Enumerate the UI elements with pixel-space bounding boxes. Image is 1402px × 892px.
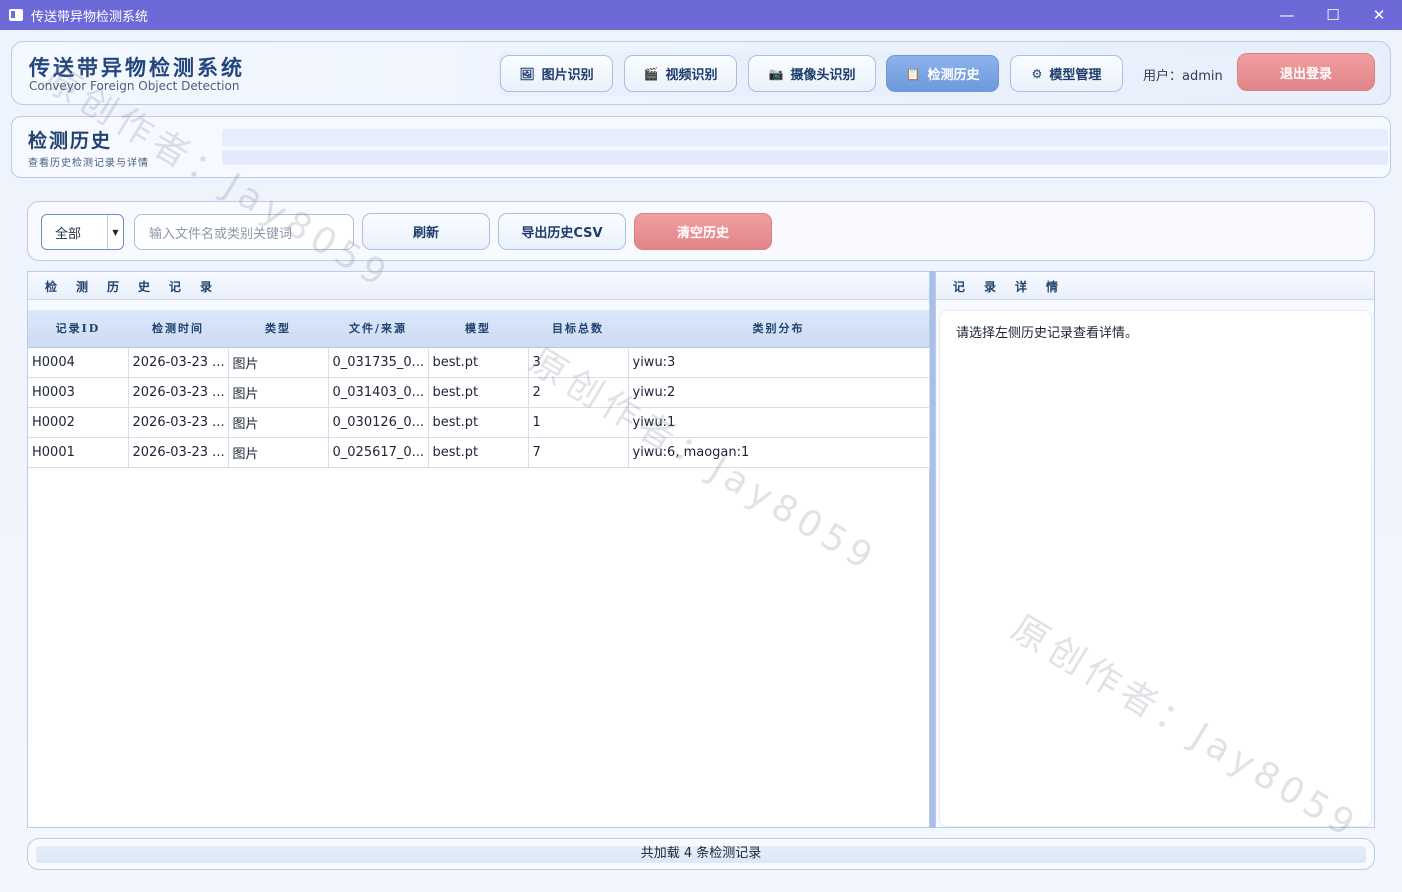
detail-panel: 记录详情 请选择左侧历史记录查看详情。 [935, 271, 1375, 828]
filter-toolbar: 全部 ▼ 输入文件名或类别关键词 刷新 导出历史CSV 清空历史 [27, 201, 1375, 261]
window-titlebar: 传送带异物检测系统 — ☐ ✕ [0, 0, 1402, 30]
detail-placeholder: 请选择左侧历史记录查看详情。 [956, 326, 1139, 341]
status-text: 共加载 4 条检测记录 [640, 846, 762, 861]
camera-icon: 📷 [768, 66, 784, 81]
brand-title: 传送带异物检测系统 [29, 55, 245, 80]
nav-image-recognition[interactable]: 🖼 图片识别 [500, 55, 613, 92]
history-icon: 📋 [905, 66, 921, 81]
cell-type: 图片 [228, 347, 329, 378]
cell-count: 3 [528, 347, 629, 378]
nav-label: 图片识别 [541, 68, 594, 83]
select-value: 全部 [55, 226, 82, 242]
column-header-distribution[interactable]: 类别分布 [628, 310, 929, 348]
cell-source: 0_031403_0... [328, 377, 429, 408]
refresh-button[interactable]: 刷新 [362, 213, 490, 250]
table-row[interactable]: H0003 2026-03-23 ... 图片 0_031403_0... be… [28, 377, 930, 408]
column-header-model[interactable]: 模型 [428, 310, 528, 348]
cell-time: 2026-03-23 ... [128, 347, 229, 378]
history-panel: 检测历史记录 记录ID 检测时间 类型 文件/来源 模型 目标总数 类别分布 H… [27, 271, 930, 828]
gear-icon: ⚙ [1031, 66, 1043, 81]
column-header-id[interactable]: 记录ID [28, 310, 128, 348]
cell-time: 2026-03-23 ... [128, 437, 229, 468]
export-csv-button[interactable]: 导出历史CSV [498, 213, 626, 250]
header-decoration [222, 129, 1388, 165]
cell-time: 2026-03-23 ... [128, 407, 229, 438]
cell-source: 0_031735_0... [328, 347, 429, 378]
cell-distribution: yiwu:3 [628, 347, 930, 378]
cell-distribution: yiwu:2 [628, 377, 930, 408]
column-header-source[interactable]: 文件/来源 [328, 310, 428, 348]
column-header-time[interactable]: 检测时间 [128, 310, 228, 348]
cell-count: 7 [528, 437, 629, 468]
cell-id: H0001 [28, 437, 129, 468]
detail-panel-title: 记录详情 [936, 272, 1374, 300]
status-bar: 共加载 4 条检测记录 [27, 838, 1375, 870]
nav-label: 视频识别 [665, 68, 718, 83]
history-table: 记录ID 检测时间 类型 文件/来源 模型 目标总数 类别分布 H0004 20… [28, 310, 930, 468]
cell-source: 0_030126_0... [328, 407, 429, 438]
type-filter-select[interactable]: 全部 ▼ [41, 214, 124, 250]
cell-model: best.pt [428, 407, 529, 438]
logout-button[interactable]: 退出登录 [1237, 53, 1375, 91]
cell-type: 图片 [228, 437, 329, 468]
history-table-container[interactable]: 记录ID 检测时间 类型 文件/来源 模型 目标总数 类别分布 H0004 20… [28, 310, 930, 827]
app-icon [9, 9, 23, 21]
cell-model: best.pt [428, 437, 529, 468]
film-icon: 🎬 [643, 66, 659, 81]
cell-id: H0003 [28, 377, 129, 408]
main-window: 传送带异物检测系统 Conveyor Foreign Object Detect… [0, 30, 1402, 892]
cell-type: 图片 [228, 377, 329, 408]
column-header-type[interactable]: 类型 [228, 310, 328, 348]
cell-distribution: yiwu:1 [628, 407, 930, 438]
cell-type: 图片 [228, 407, 329, 438]
search-input[interactable]: 输入文件名或类别关键词 [134, 214, 354, 250]
nav-model-management[interactable]: ⚙ 模型管理 [1010, 55, 1123, 92]
minimize-button[interactable]: — [1264, 0, 1310, 30]
cell-id: H0002 [28, 407, 129, 438]
nav-video-recognition[interactable]: 🎬 视频识别 [624, 55, 737, 92]
maximize-button[interactable]: ☐ [1310, 0, 1356, 30]
clear-history-button[interactable]: 清空历史 [634, 213, 772, 250]
table-header-row: 记录ID 检测时间 类型 文件/来源 模型 目标总数 类别分布 [28, 310, 929, 348]
nav-label: 检测历史 [927, 68, 980, 83]
history-panel-title: 检测历史记录 [28, 272, 929, 300]
nav-label: 摄像头识别 [790, 68, 856, 83]
column-header-count[interactable]: 目标总数 [528, 310, 628, 348]
cell-id: H0004 [28, 347, 129, 378]
nav-camera-recognition[interactable]: 📷 摄像头识别 [748, 55, 876, 92]
cell-model: best.pt [428, 347, 529, 378]
brand-subtitle: Conveyor Foreign Object Detection [29, 79, 240, 93]
dropdown-arrow-icon[interactable]: ▼ [107, 215, 123, 249]
cell-time: 2026-03-23 ... [128, 377, 229, 408]
cell-distribution: yiwu:6, maogan:1 [628, 437, 930, 468]
image-icon: 🖼 [519, 66, 535, 81]
nav-label: 模型管理 [1049, 68, 1102, 83]
table-row[interactable]: H0001 2026-03-23 ... 图片 0_025617_0... be… [28, 437, 930, 468]
page-title: 检测历史 [28, 130, 113, 152]
nav-detection-history[interactable]: 📋 检测历史 [886, 55, 999, 92]
detail-text-area[interactable]: 请选择左侧历史记录查看详情。 [939, 310, 1372, 827]
window-title: 传送带异物检测系统 [31, 9, 149, 25]
close-button[interactable]: ✕ [1356, 0, 1402, 30]
cell-count: 2 [528, 377, 629, 408]
page-header: 检测历史 查看历史检测记录与详情 [11, 116, 1391, 178]
table-row[interactable]: H0004 2026-03-23 ... 图片 0_031735_0... be… [28, 347, 930, 378]
page-subtitle: 查看历史检测记录与详情 [28, 158, 149, 169]
app-header: 传送带异物检测系统 Conveyor Foreign Object Detect… [11, 41, 1391, 105]
top-nav: 🖼 图片识别 🎬 视频识别 📷 摄像头识别 📋 检测历史 ⚙ 模型管理 用户：a… [498, 52, 1382, 96]
cell-source: 0_025617_0... [328, 437, 429, 468]
cell-model: best.pt [428, 377, 529, 408]
table-row[interactable]: H0002 2026-03-23 ... 图片 0_030126_0... be… [28, 407, 930, 438]
window-controls: — ☐ ✕ [1264, 0, 1402, 30]
user-label: 用户：admin [1143, 69, 1223, 84]
cell-count: 1 [528, 407, 629, 438]
